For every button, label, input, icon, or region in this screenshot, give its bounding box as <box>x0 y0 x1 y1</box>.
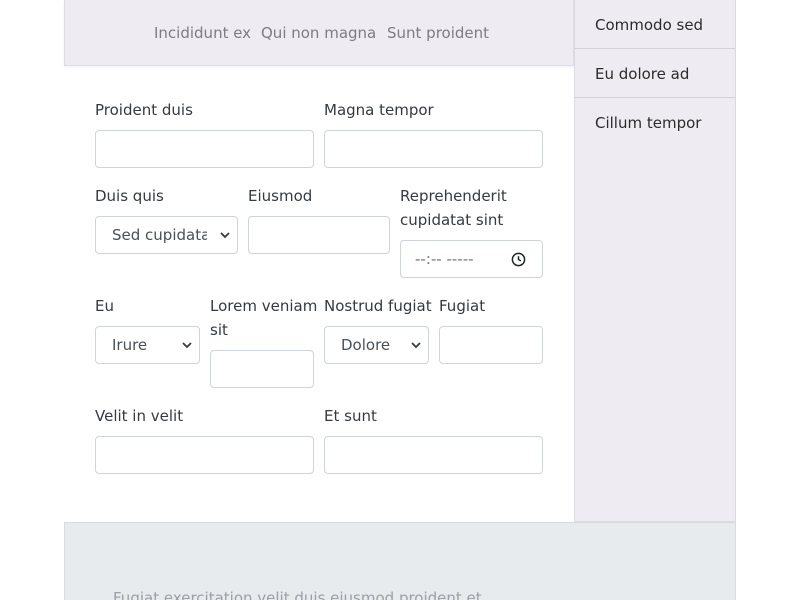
proident-duis-label: Proident duis <box>95 101 193 119</box>
reprehenderit-label-line2: cupidatat sint <box>400 211 504 229</box>
chevron-down-icon <box>220 232 230 239</box>
footer-text: Fugiat exercitation velit duis eiusmod p… <box>113 589 482 600</box>
nav-link-sunt-proident[interactable]: Sunt proident <box>387 24 489 42</box>
sidebar-item-commodo-sed[interactable]: Commodo sed <box>575 0 735 49</box>
time-input-value: --:-- ----- <box>415 250 474 268</box>
sidebar-item-cillum-tempor[interactable]: Cillum tempor <box>575 98 735 147</box>
velit-in-velit-input[interactable] <box>95 436 314 474</box>
eiusmod-input[interactable] <box>248 216 390 254</box>
sidebar: Commodo sed Eu dolore ad Cillum tempor <box>574 0 736 522</box>
velit-in-velit-label: Velit in velit <box>95 407 184 425</box>
eu-select-value: Irure <box>112 336 148 354</box>
reprehenderit-time-input[interactable]: --:-- ----- <box>400 240 543 278</box>
eu-label: Eu <box>95 297 114 315</box>
nav-link-qui-non-magna[interactable]: Qui non magna <box>261 24 376 42</box>
nav-link-incididunt[interactable]: Incididunt ex <box>154 24 251 42</box>
fugiat-input[interactable] <box>439 326 543 364</box>
eiusmod-label: Eiusmod <box>248 187 313 205</box>
clock-icon[interactable] <box>511 252 526 267</box>
nostrud-fugiat-select-value: Dolore <box>341 336 391 354</box>
nostrud-fugiat-label: Nostrud fugiat <box>324 297 432 315</box>
et-sunt-input[interactable] <box>324 436 543 474</box>
footer: Fugiat exercitation velit duis eiusmod p… <box>64 522 736 600</box>
nostrud-fugiat-select[interactable]: Dolore <box>324 326 429 364</box>
duis-quis-select[interactable]: Sed cupidatat <box>95 216 238 254</box>
duis-quis-select-value: Sed cupidatat <box>112 226 207 244</box>
sidebar-item-eu-dolore-ad[interactable]: Eu dolore ad <box>575 49 735 98</box>
chevron-down-icon <box>182 342 192 349</box>
top-navbar: Incididunt ex Qui non magna Sunt proiden… <box>64 0 574 66</box>
lorem-veniam-input[interactable] <box>210 350 314 388</box>
proident-duis-input[interactable] <box>95 130 314 168</box>
magna-tempor-label: Magna tempor <box>324 101 434 119</box>
fugiat-label: Fugiat <box>439 297 486 315</box>
eu-select[interactable]: Irure <box>95 326 200 364</box>
magna-tempor-input[interactable] <box>324 130 543 168</box>
chevron-down-icon <box>411 342 421 349</box>
lorem-veniam-label-line2: sit <box>210 321 228 339</box>
duis-quis-label: Duis quis <box>95 187 164 205</box>
lorem-veniam-label-line1: Lorem veniam <box>210 297 318 315</box>
et-sunt-label: Et sunt <box>324 407 377 425</box>
reprehenderit-label-line1: Reprehenderit <box>400 187 507 205</box>
